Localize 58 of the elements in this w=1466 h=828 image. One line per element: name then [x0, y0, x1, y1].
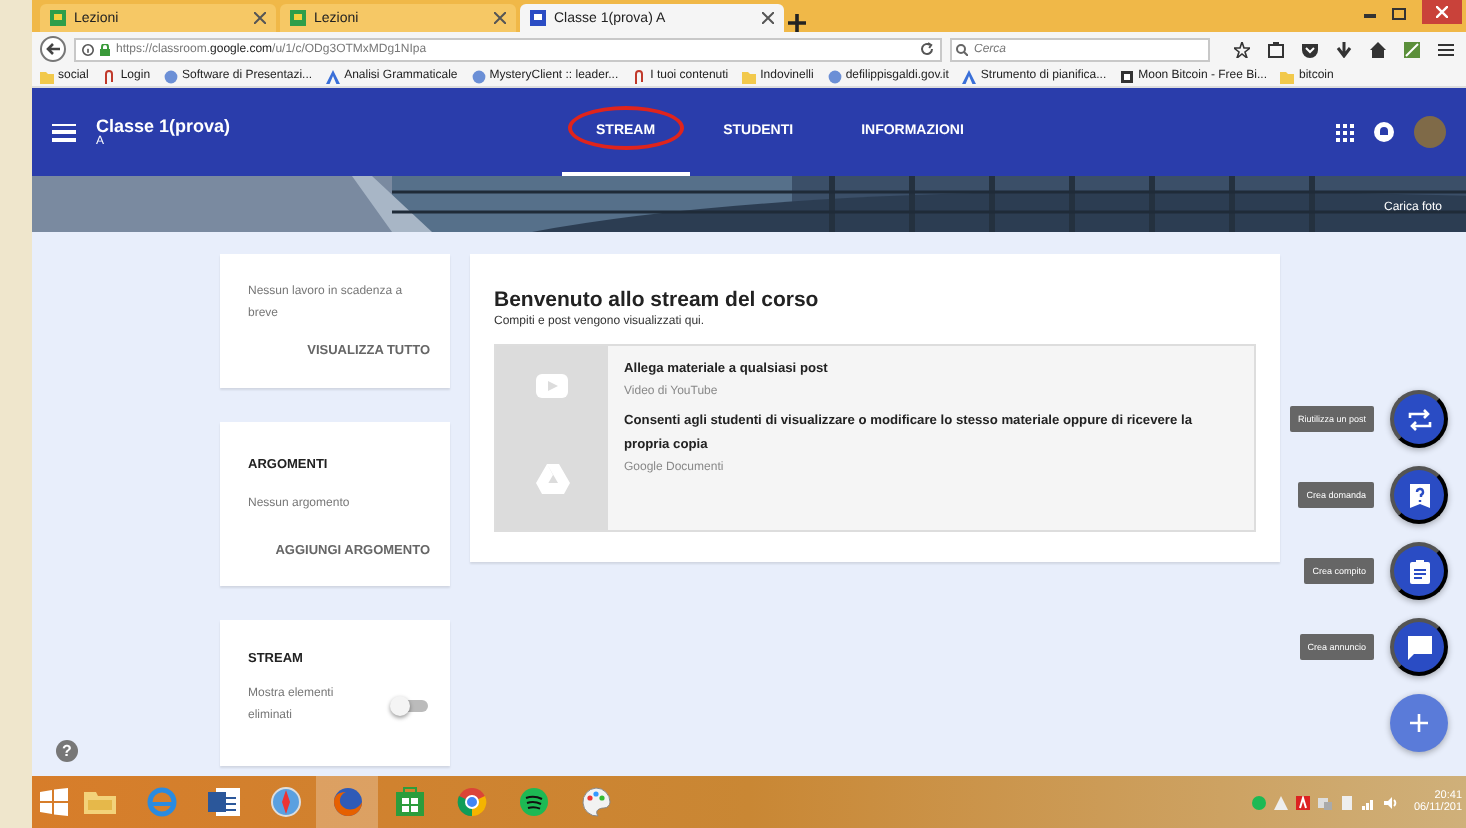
globe-icon	[164, 69, 179, 83]
action-button[interactable]	[1390, 542, 1448, 600]
toggle-switch[interactable]	[390, 696, 430, 716]
folder-icon	[83, 786, 115, 818]
download-icon[interactable]	[1336, 41, 1352, 57]
back-button[interactable]	[40, 36, 66, 62]
classroom-icon	[50, 10, 66, 26]
action-button[interactable]	[1390, 390, 1448, 448]
class-title: Classe 1(prova)	[96, 116, 231, 136]
triangle-icon	[962, 69, 977, 83]
back-arrow-icon	[46, 42, 60, 56]
apps-grid-icon[interactable]	[1336, 123, 1354, 141]
drive-icon	[535, 463, 569, 493]
chat-bubble-icon	[1407, 635, 1431, 659]
fox-globe-icon	[331, 786, 363, 818]
globe-icon	[827, 69, 842, 83]
classroom-icon	[290, 10, 306, 26]
repeat-icon	[1407, 407, 1431, 431]
classroom-icon	[530, 10, 546, 26]
pocket-icon[interactable]	[1302, 41, 1318, 57]
close-button[interactable]	[1422, 0, 1462, 24]
menu-icon[interactable]	[1438, 41, 1454, 57]
close-icon	[1436, 6, 1448, 18]
notifications-icon[interactable]	[1374, 122, 1394, 142]
help-button[interactable]: ?	[56, 740, 78, 762]
compass-icon	[269, 786, 301, 818]
palette-icon	[579, 786, 611, 818]
close-icon[interactable]	[762, 12, 774, 24]
music-circle-icon	[517, 786, 549, 818]
new-tab-icon[interactable]	[788, 14, 806, 32]
info-icon[interactable]	[82, 43, 94, 55]
globe-icon	[471, 69, 486, 83]
action-button[interactable]	[1390, 466, 1448, 524]
home-icon[interactable]	[1370, 41, 1386, 57]
paperclip-icon	[102, 69, 117, 83]
e-logo-icon	[145, 786, 177, 818]
play-icon	[536, 374, 568, 398]
plus-icon	[1410, 714, 1428, 732]
reload-icon[interactable]	[920, 42, 934, 56]
lock-icon	[100, 43, 110, 55]
circle-logo-icon	[455, 786, 487, 818]
extension-icon[interactable]	[1404, 41, 1420, 57]
clipboard-icon	[1407, 559, 1431, 583]
star-icon[interactable]	[1234, 41, 1250, 57]
maximize-icon[interactable]	[1392, 8, 1406, 20]
menu-icon[interactable]	[52, 123, 76, 141]
paperclip-icon	[632, 69, 647, 83]
triangle-icon	[326, 69, 341, 83]
document-icon	[207, 786, 239, 818]
action-button[interactable]	[1390, 618, 1448, 676]
welcome-title: Benvenuto allo stream del corso	[494, 288, 821, 312]
close-icon[interactable]	[254, 12, 266, 24]
clipboard-icon[interactable]	[1268, 41, 1284, 57]
question-icon	[1407, 483, 1431, 507]
add-button[interactable]	[1390, 694, 1448, 752]
close-icon[interactable]	[494, 12, 506, 24]
store-bag-icon	[393, 786, 425, 818]
windows-logo-icon[interactable]	[40, 788, 68, 816]
